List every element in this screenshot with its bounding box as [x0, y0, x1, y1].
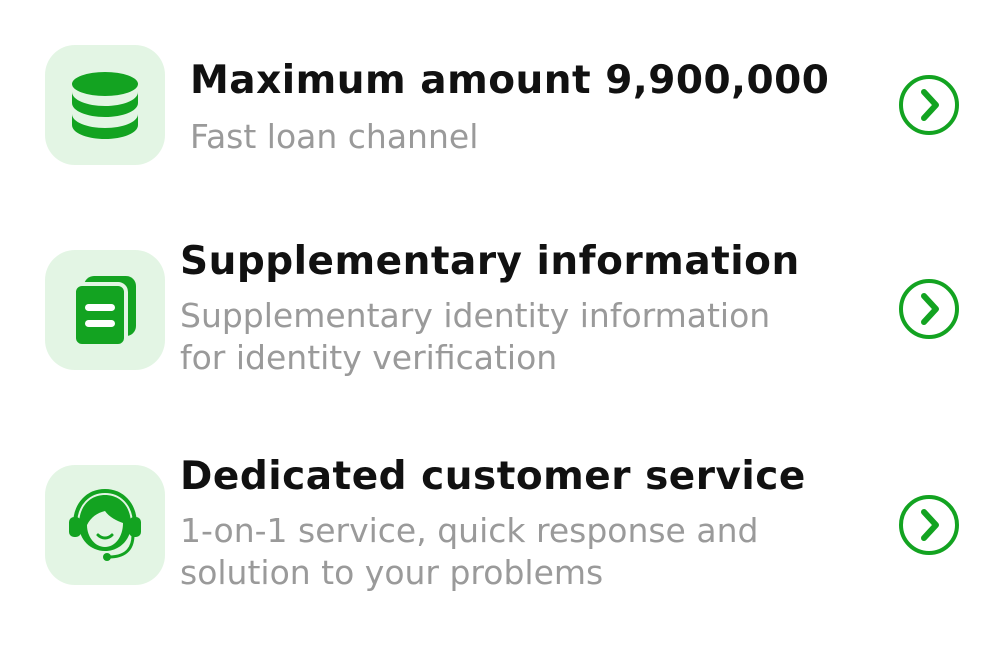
- item-text: Dedicated customer service 1-on-1 servic…: [180, 452, 806, 594]
- database-stack-icon: [72, 72, 138, 139]
- subtitle-line: 1-on-1 service, quick response and: [180, 511, 759, 550]
- subtitle-line: Fast loan channel: [190, 117, 479, 156]
- subtitle-line: Supplementary identity information: [180, 296, 771, 335]
- chevron-right-circle-icon[interactable]: [898, 74, 960, 136]
- list-item-maximum-amount[interactable]: Maximum amount 9,900,000 Fast loan chann…: [0, 40, 1005, 200]
- icon-tile: [45, 45, 165, 165]
- item-title: Maximum amount 9,900,000: [190, 58, 830, 103]
- documents-icon: [72, 276, 136, 346]
- chevron-right-circle-icon[interactable]: [898, 494, 960, 556]
- list-item-customer-service[interactable]: Dedicated customer service 1-on-1 servic…: [0, 454, 1005, 620]
- headset-agent-icon: [69, 488, 141, 561]
- icon-tile: [45, 465, 165, 585]
- item-subtitle: Fast loan channel: [190, 116, 829, 158]
- subtitle-line: solution to your problems: [180, 553, 604, 592]
- icon-tile: [45, 250, 165, 370]
- item-text: Supplementary information Supplementary …: [180, 237, 800, 379]
- list-item-supplementary-information[interactable]: Supplementary information Supplementary …: [0, 239, 1005, 405]
- item-title: Dedicated customer service: [180, 454, 806, 499]
- item-text: Maximum amount 9,900,000 Fast loan chann…: [190, 56, 829, 158]
- item-subtitle: 1-on-1 service, quick response and solut…: [180, 510, 806, 594]
- chevron-right-circle-icon[interactable]: [898, 278, 960, 340]
- subtitle-line: for identity verification: [180, 338, 558, 377]
- item-subtitle: Supplementary identity information for i…: [180, 295, 800, 379]
- item-title: Supplementary information: [180, 239, 800, 284]
